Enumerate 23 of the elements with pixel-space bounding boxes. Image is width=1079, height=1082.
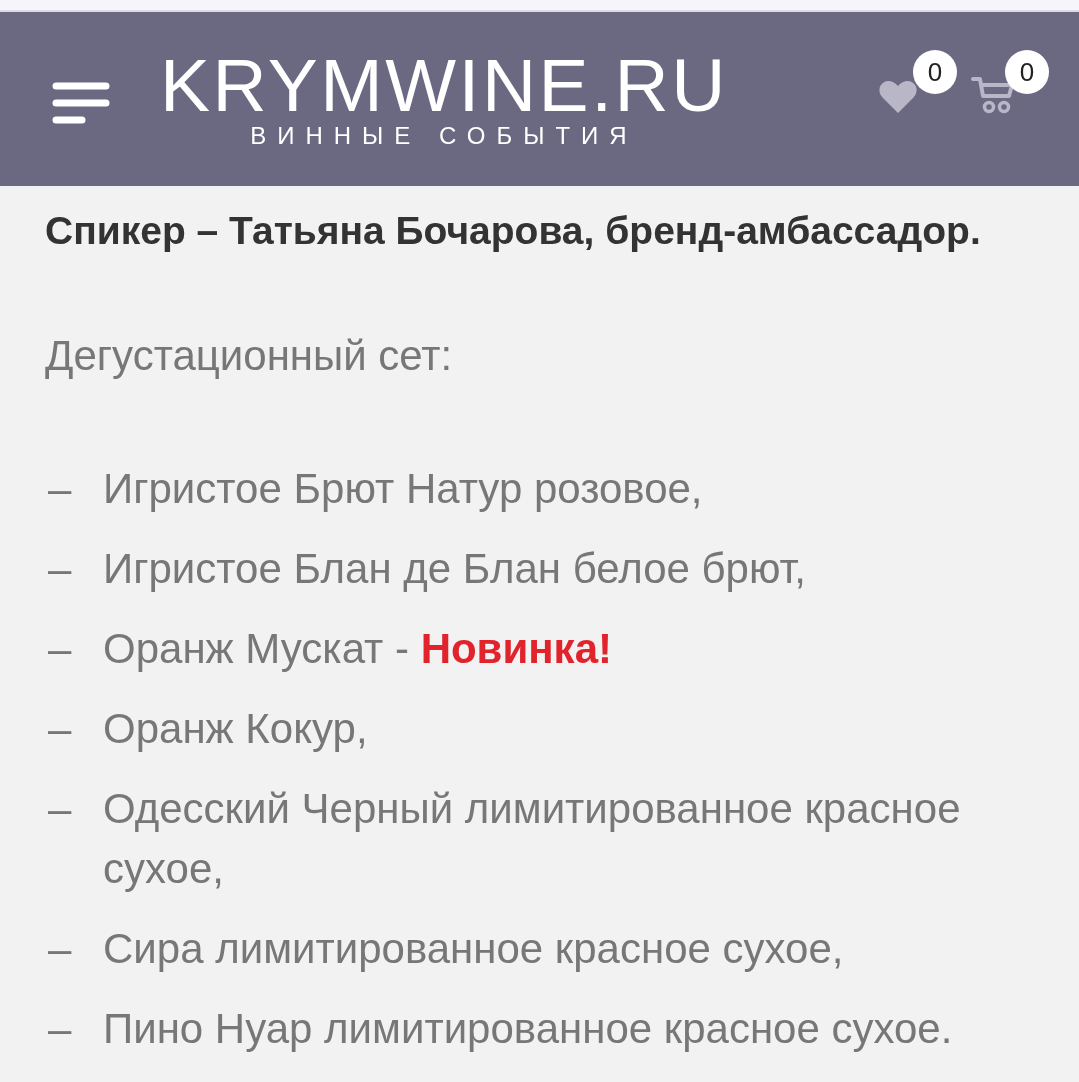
wine-list-item: Оранж Мускат - Новинка!: [103, 624, 612, 674]
wine-list-item: Игристое Брют Натур розовое,: [103, 464, 703, 514]
list-dash: –: [47, 924, 73, 974]
list-dash: –: [47, 704, 73, 754]
tasting-set-title: Дегустационный сет:: [45, 331, 454, 381]
wine-list-item: Оранж Кокур,: [103, 704, 368, 754]
wine-list-item: Пино Нуар лимитированное красное сухое.: [103, 1004, 953, 1054]
heart-icon[interactable]: [879, 80, 917, 114]
list-dash: –: [47, 464, 73, 514]
logo-tagline: ВИННЫЕ СОБЫТИЯ: [250, 123, 638, 149]
wine-list-item: Одесский Черный лимитированное красное сухое,: [103, 784, 962, 894]
speaker-line: Спикер – Татьяна Бочарова, бренд-амбассадор.: [45, 208, 982, 254]
wine-list-item: Сира лимитированное красное сухое,: [103, 924, 844, 974]
list-dash: –: [47, 544, 73, 594]
list-dash: –: [47, 784, 73, 834]
list-dash: –: [47, 624, 73, 674]
list-dash: –: [47, 1004, 73, 1054]
wine-list-item: Игристое Блан де Блан белое брют,: [103, 544, 806, 594]
wishlist-count-badge: 0: [913, 50, 957, 94]
cart-icon[interactable]: [971, 76, 1015, 114]
menu-icon[interactable]: [52, 82, 110, 124]
cart-count-badge: 0: [1005, 50, 1049, 94]
logo-wordmark[interactable]: KRYMWINE.RU: [160, 49, 728, 121]
